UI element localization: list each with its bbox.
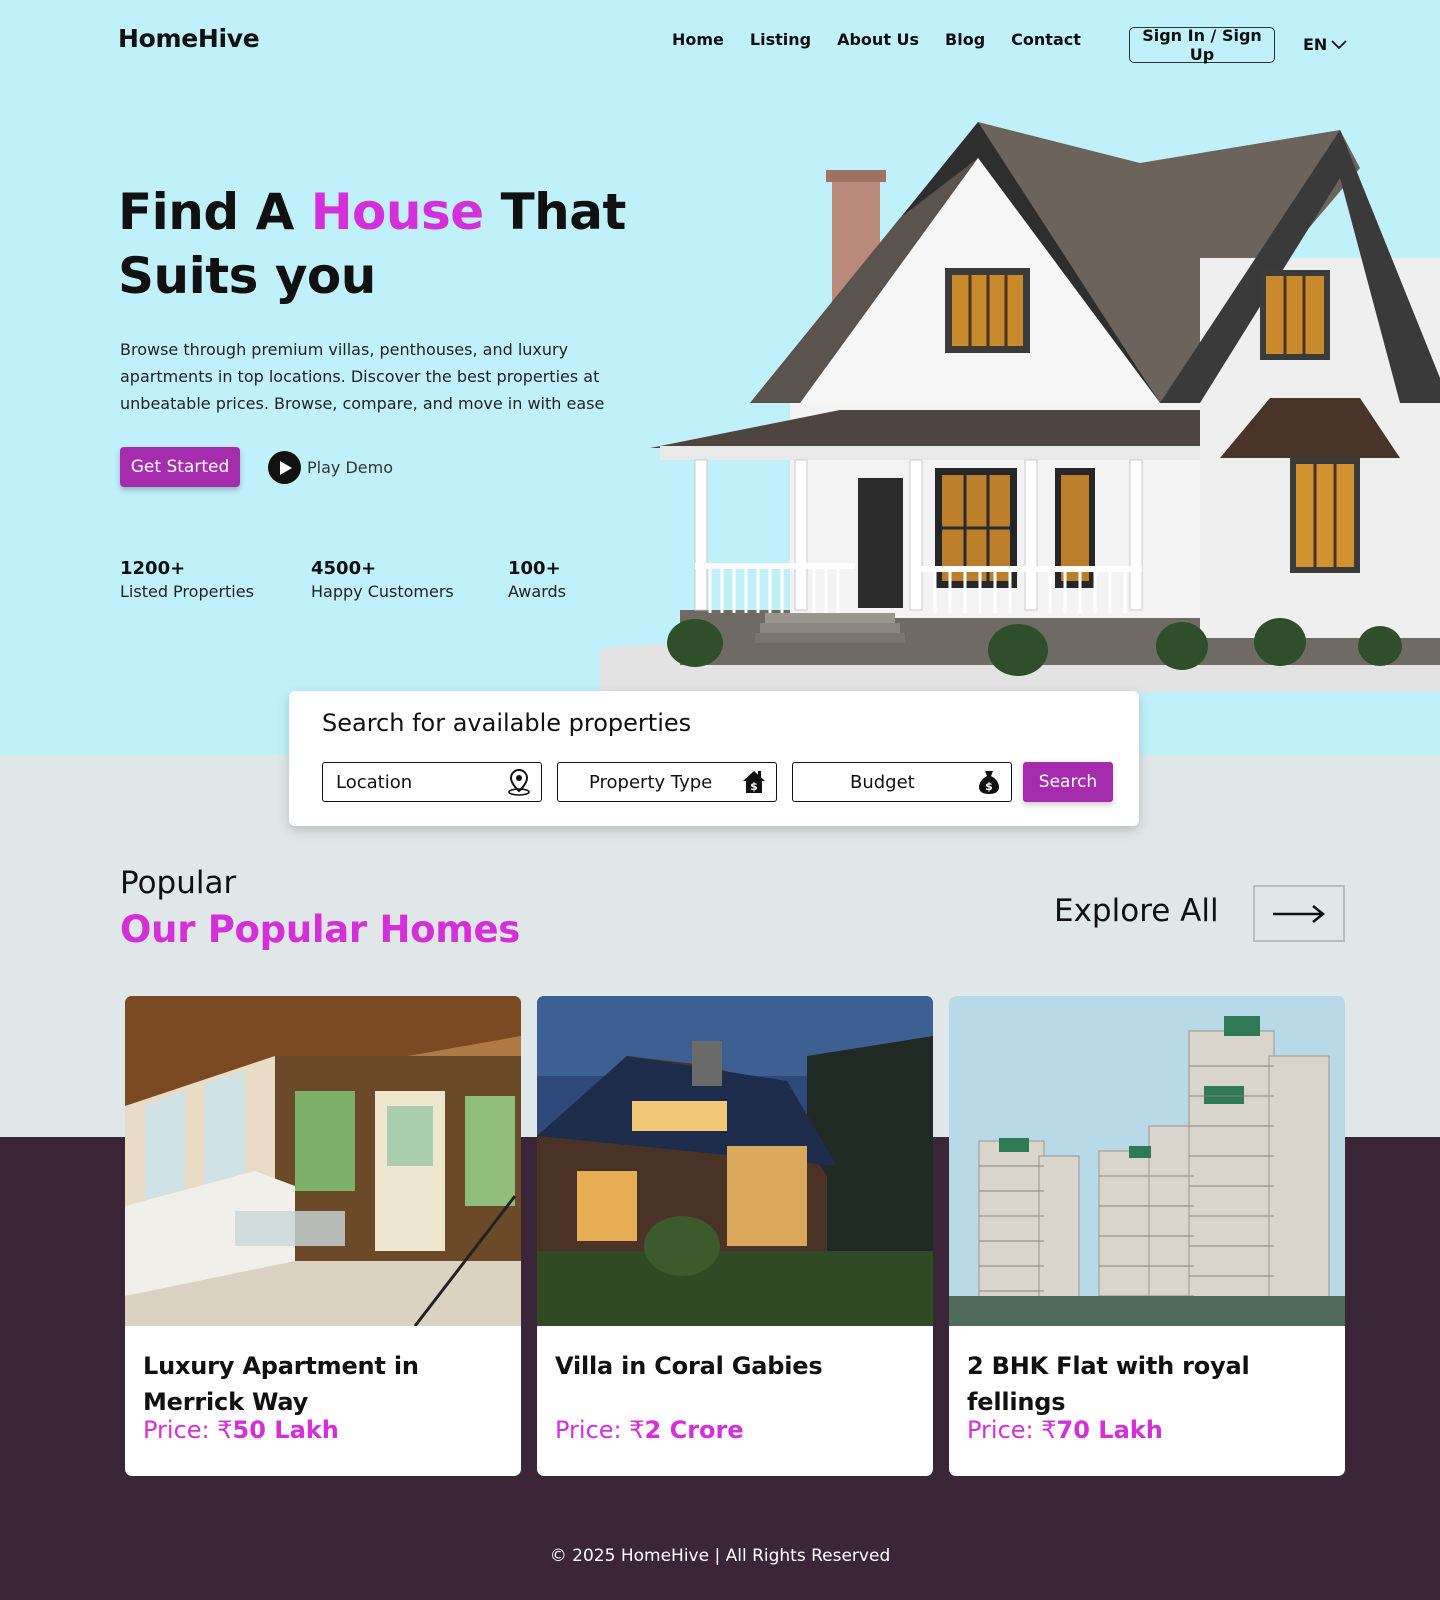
sign-in-button[interactable]: Sign In / Sign Up xyxy=(1129,26,1275,64)
search-title: Search for available properties xyxy=(322,709,692,737)
property-image-villa-night xyxy=(537,996,933,1326)
nav-home[interactable]: Home xyxy=(672,30,724,49)
location-field[interactable]: Location xyxy=(322,762,542,802)
explore-all-arrow-button[interactable] xyxy=(1253,885,1345,942)
price-prefix: Price: ₹ xyxy=(967,1416,1057,1444)
property-title: 2 BHK Flat with royal fellings xyxy=(967,1352,1250,1416)
price-prefix: Price: ₹ xyxy=(555,1416,645,1444)
property-type-field[interactable]: Property Type $ xyxy=(557,762,777,802)
property-price: Price: ₹70 Lakh xyxy=(967,1416,1163,1444)
house-dollar-icon: $ xyxy=(743,771,765,793)
chevron-down-icon xyxy=(1331,39,1347,49)
price-value: 50 Lakh xyxy=(232,1416,339,1444)
location-pin-icon xyxy=(508,768,530,796)
explore-all-link[interactable]: Explore All xyxy=(1054,893,1219,929)
property-price: Price: ₹2 Crore xyxy=(555,1416,744,1444)
play-icon xyxy=(268,451,301,484)
property-card[interactable]: Villa in Coral Gabies Price: ₹2 Crore xyxy=(537,996,933,1476)
budget-field-label: Budget xyxy=(850,771,915,793)
stat-value: 1200+ xyxy=(120,558,186,579)
stat-value: 4500+ xyxy=(311,558,377,579)
get-started-button[interactable]: Get Started xyxy=(120,447,240,487)
stat-listed-properties: 1200+ Listed Properties xyxy=(120,558,254,604)
stat-label: Listed Properties xyxy=(120,582,254,601)
money-bag-icon: $ xyxy=(979,771,999,794)
play-demo-button[interactable]: Play Demo xyxy=(268,451,393,484)
headline-part-1: Find A xyxy=(118,183,311,241)
footer-copyright: © 2025 HomeHive | All Rights Reserved xyxy=(549,1546,891,1566)
headline-accent: House xyxy=(310,183,484,241)
stat-label: Awards xyxy=(508,582,566,601)
stat-label: Happy Customers xyxy=(311,582,454,601)
svg-text:$: $ xyxy=(750,780,758,793)
nav-contact[interactable]: Contact xyxy=(1011,30,1081,49)
main-nav: Home Listing About Us Blog Contact xyxy=(672,30,1081,49)
property-title: Villa in Coral Gabies xyxy=(555,1352,823,1380)
nav-blog[interactable]: Blog xyxy=(945,30,985,49)
popular-eyebrow: Popular xyxy=(120,865,237,901)
stat-happy-customers: 4500+ Happy Customers xyxy=(311,558,454,604)
price-prefix: Price: ₹ xyxy=(143,1416,233,1444)
brand-logo[interactable]: HomeHive xyxy=(118,24,260,53)
search-button[interactable]: Search xyxy=(1023,762,1113,802)
arrow-right-icon xyxy=(1273,904,1326,923)
hero-house-image xyxy=(600,122,1440,692)
location-field-label: Location xyxy=(336,771,413,793)
property-title: Luxury Apartment in Merrick Way xyxy=(143,1352,419,1416)
popular-heading: Our Popular Homes xyxy=(120,908,521,951)
property-type-field-label: Property Type xyxy=(589,771,713,793)
price-value: 70 Lakh xyxy=(1056,1416,1163,1444)
property-search-card: Search for available properties Location… xyxy=(289,691,1139,826)
property-price: Price: ₹50 Lakh xyxy=(143,1416,339,1444)
hero-description: Browse through premium villas, penthouse… xyxy=(120,340,605,413)
budget-field[interactable]: Budget $ xyxy=(792,762,1012,802)
property-image-apartment-interior xyxy=(125,996,521,1326)
play-demo-label: Play Demo xyxy=(307,458,393,477)
language-label: EN xyxy=(1303,35,1328,54)
property-card[interactable]: Luxury Apartment in Merrick Way Price: ₹… xyxy=(125,996,521,1476)
stat-awards: 100+ Awards xyxy=(508,558,566,604)
price-value: 2 Crore xyxy=(644,1416,744,1444)
hero-headline: Find A House That Suits you xyxy=(118,180,638,308)
stat-value: 100+ xyxy=(508,558,561,579)
svg-text:$: $ xyxy=(985,780,993,793)
nav-listing[interactable]: Listing xyxy=(750,30,811,49)
language-selector[interactable]: EN xyxy=(1303,35,1347,54)
property-image-apartment-towers xyxy=(949,996,1345,1326)
property-card[interactable]: 2 BHK Flat with royal fellings Price: ₹7… xyxy=(949,996,1345,1476)
nav-about-us[interactable]: About Us xyxy=(837,30,919,49)
